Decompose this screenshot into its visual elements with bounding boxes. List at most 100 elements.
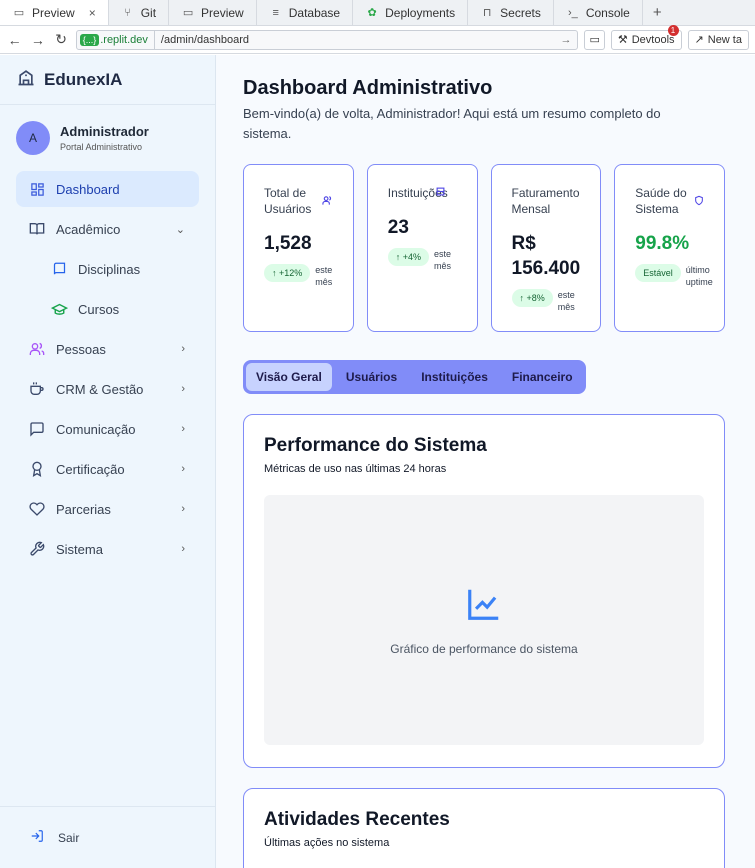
users-icon [28, 341, 46, 357]
school-icon [16, 67, 36, 92]
chart-placeholder: Gráfico de performance do sistema [264, 495, 704, 745]
main-content: Dashboard Administrativo Bem-vindo(a) de… [216, 55, 755, 868]
url-domain-text: .replit.dev [100, 33, 148, 46]
building-icon [436, 187, 445, 199]
user-profile[interactable]: A Administrador Portal Administrativo [0, 105, 215, 171]
terminal-icon: ›_ [567, 6, 578, 19]
stat-trend: ↑ +8% este mês [511, 289, 601, 313]
card-subtitle: Últimas ações no sistema [264, 837, 390, 849]
stat-card-institutions[interactable]: Instituições 23 ↑ +4% este mês [366, 164, 478, 332]
stat-trend: Estável último uptime [635, 264, 724, 288]
sidebar-item-label: CRM & Gestão [56, 381, 144, 397]
sidebar-item-label: Certificação [56, 461, 125, 477]
external-link-icon: ↗ [694, 34, 704, 46]
tab-secrets[interactable]: ⊓ Secrets [468, 0, 554, 25]
stat-card-health[interactable]: Saúde do Sistema 99.8% Estável último up… [614, 164, 725, 332]
logout-button[interactable]: Sair [0, 806, 215, 868]
coffee-icon [28, 381, 46, 397]
sidebar-item-parcerias[interactable]: Parcerias › [16, 491, 199, 527]
sidebar-item-label: Cursos [78, 301, 120, 317]
message-icon [28, 421, 46, 437]
sidebar-item-label: Sistema [56, 541, 103, 557]
sidebar-item-crm[interactable]: CRM & Gestão › [16, 371, 199, 407]
sidebar-item-label: Disciplinas [78, 261, 141, 277]
wrench-icon: ⚒ [617, 34, 628, 46]
tab-preview-active[interactable]: ▭ Preview × [0, 0, 109, 25]
url-field[interactable]: {...} .replit.dev /admin/dashboard → [75, 29, 579, 50]
brand[interactable]: EdunexIA [0, 55, 215, 105]
devtools-button[interactable]: ⚒ Devtools 1 [610, 24, 682, 50]
grid-icon [28, 182, 46, 197]
back-icon[interactable]: ← [6, 32, 23, 48]
monitor-icon: ▭ [589, 34, 600, 46]
close-icon[interactable]: × [89, 6, 96, 20]
stat-value: R$ 156.400 [511, 233, 581, 279]
tab-label: Preview [201, 5, 244, 20]
logout-icon [30, 829, 44, 846]
tab-financeiro[interactable]: Financeiro [502, 363, 583, 391]
reload-icon[interactable]: ↻ [52, 31, 69, 48]
chevron-right-icon: › [181, 503, 185, 515]
award-icon [28, 461, 46, 477]
lock-icon: ⊓ [482, 7, 492, 19]
trend-note: este mês [557, 290, 575, 312]
sidebar-nav: Dashboard Acadêmico ⌄ Disciplinas Cursos… [0, 171, 215, 567]
card-title: Performance do Sistema [264, 435, 487, 456]
stat-card-users[interactable]: Total de Usuários 1,528 ↑ +12% este mês [243, 164, 354, 332]
sidebar-item-comunicacao[interactable]: Comunicação › [16, 411, 199, 447]
new-tab-button[interactable]: + [643, 0, 672, 25]
stat-value: 1,528 [264, 233, 312, 254]
sidebar-item-label: Acadêmico [56, 221, 121, 237]
trend-badge: ↑ +4% [387, 248, 430, 266]
tab-label: Deployments [385, 5, 456, 20]
tab-label: Preview [32, 5, 75, 20]
card-subtitle: Métricas de uso nas últimas 24 horas [264, 463, 447, 475]
tab-label: Secrets [500, 5, 541, 20]
shield-icon [694, 195, 704, 209]
tab-visao-geral[interactable]: Visão Geral [246, 363, 332, 391]
sidebar-item-disciplinas[interactable]: Disciplinas [16, 251, 199, 287]
sidebar-item-certificacao[interactable]: Certificação › [16, 451, 199, 487]
chevron-right-icon: › [181, 343, 185, 355]
book-open-icon [28, 221, 46, 237]
app: EdunexIA A Administrador Portal Administ… [0, 55, 755, 868]
screen-button[interactable]: ▭ [584, 29, 605, 50]
tab-label: Database [288, 5, 341, 20]
stat-card-revenue[interactable]: Faturamento Mensal R$ 156.400 ↑ +8% este… [490, 164, 602, 332]
database-icon: ≡ [272, 6, 279, 19]
go-arrow-icon[interactable]: → [560, 34, 571, 46]
tab-git[interactable]: ⑂ Git [109, 0, 170, 25]
stats-row: Total de Usuários 1,528 ↑ +12% este mês … [243, 164, 725, 332]
sidebar-item-label: Comunicação [56, 421, 136, 437]
git-icon: ⑂ [124, 6, 131, 19]
book-icon [50, 262, 68, 277]
chevron-right-icon: › [181, 463, 185, 475]
sidebar-item-cursos[interactable]: Cursos [16, 291, 199, 327]
chart-placeholder-text: Gráfico de performance do sistema [390, 641, 578, 656]
tab-deployments[interactable]: ✿ Deployments [353, 0, 469, 25]
tab-usuarios[interactable]: Usuários [336, 363, 407, 391]
wrench-icon [28, 541, 46, 557]
forward-icon[interactable]: → [29, 32, 46, 48]
graduation-cap-icon [50, 301, 68, 318]
tab-instituicoes[interactable]: Instituições [411, 363, 498, 391]
monitor-icon: ▭ [13, 7, 25, 19]
new-tab-label: New ta [707, 33, 742, 46]
new-tab-external-button[interactable]: ↗ New ta [687, 29, 749, 50]
browser-tab-bar: ▭ Preview × ⑂ Git ▭ Preview ≡ Database ✿… [0, 0, 755, 26]
sidebar-item-academico[interactable]: Acadêmico ⌄ [16, 211, 199, 247]
tab-preview[interactable]: ▭ Preview [169, 0, 257, 25]
sidebar-item-pessoas[interactable]: Pessoas › [16, 331, 199, 367]
sidebar-item-dashboard[interactable]: Dashboard [16, 171, 199, 207]
stat-trend: ↑ +12% este mês [264, 264, 353, 288]
dashboard-tabs: Visão Geral Usuários Instituições Financ… [243, 360, 586, 394]
sidebar-item-label: Pessoas [56, 341, 106, 357]
sidebar: EdunexIA A Administrador Portal Administ… [0, 55, 216, 868]
user-name: Administrador [60, 124, 149, 139]
tab-console[interactable]: ›_ Console [554, 0, 643, 25]
trend-note: este mês [434, 249, 452, 271]
sidebar-item-sistema[interactable]: Sistema › [16, 531, 199, 567]
avatar: A [16, 121, 50, 155]
tab-label: Console [585, 5, 630, 20]
tab-database[interactable]: ≡ Database [257, 0, 354, 25]
